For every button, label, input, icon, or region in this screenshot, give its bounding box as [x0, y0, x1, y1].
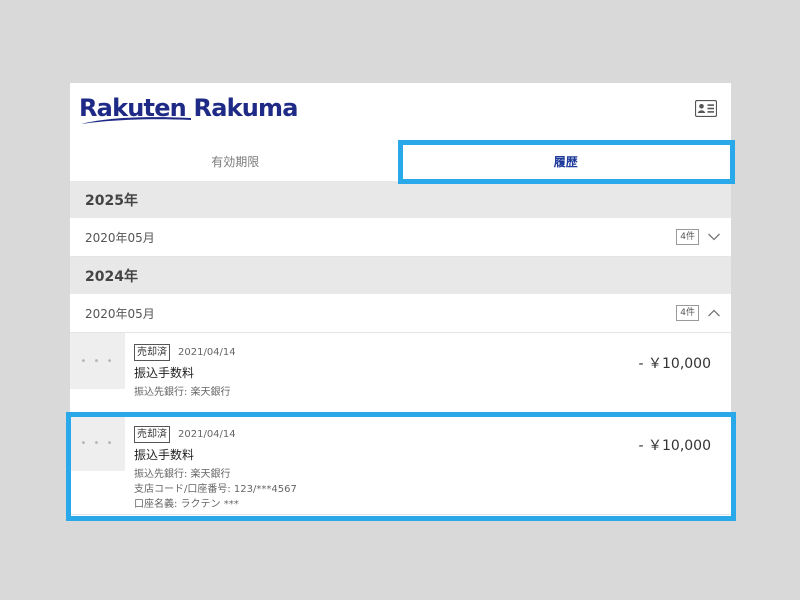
- item-date: 2021/04/14: [178, 346, 236, 358]
- item-amount: - ￥10,000: [638, 356, 712, 372]
- app-header: Rakuten Rakuma: [70, 83, 731, 141]
- month-label: 2020年05月: [85, 230, 155, 245]
- item-body: 売却済 2021/04/14 振込手数料 振込先銀行: 楽天銀行: [134, 343, 236, 400]
- item-thumbnail: • • •: [70, 333, 125, 389]
- status-badge: 売却済: [134, 425, 170, 443]
- item-title: 振込手数料: [134, 448, 195, 462]
- item-meta: 売却済 2021/04/14: [134, 425, 297, 443]
- chevron-up-icon[interactable]: [707, 308, 721, 318]
- count-badge: 4件: [676, 229, 699, 245]
- item-meta: 売却済 2021/04/14: [134, 343, 236, 361]
- month-row-expanded[interactable]: 2020年05月 4件: [70, 294, 731, 333]
- year-header-2025: 2025年: [70, 181, 731, 218]
- item-detail-account-holder: 口座名義: ラクテン ***: [134, 499, 239, 510]
- status-badge: 売却済: [134, 343, 170, 361]
- item-detail-bank: 振込先銀行: 楽天銀行: [134, 469, 231, 480]
- thumbnail-placeholder: • • •: [80, 437, 115, 449]
- item-title: 振込手数料: [134, 366, 195, 380]
- item-thumbnail: • • •: [70, 415, 125, 471]
- rakuten-rakuma-logo[interactable]: Rakuten Rakuma: [79, 93, 298, 125]
- item-date: 2021/04/14: [178, 428, 236, 440]
- history-item[interactable]: • • • 売却済 2021/04/14 振込手数料 振込先銀行: 楽天銀行 -…: [70, 333, 731, 415]
- count-badge: 4件: [676, 305, 699, 321]
- tab-history[interactable]: 履歴: [401, 141, 732, 181]
- chevron-down-icon[interactable]: [707, 232, 721, 242]
- item-detail-account-number: 支店コード/口座番号: 123/***4567: [134, 484, 297, 495]
- item-amount: - ￥10,000: [638, 438, 712, 454]
- history-item[interactable]: • • • 売却済 2021/04/14 振込手数料 振込先銀行: 楽天銀行 支…: [70, 415, 731, 515]
- thumbnail-placeholder: • • •: [80, 355, 115, 367]
- tab-expiration[interactable]: 有効期限: [70, 141, 401, 181]
- month-label: 2020年05月: [85, 306, 155, 321]
- year-header-2024: 2024年: [70, 257, 731, 294]
- item-detail-bank: 振込先銀行: 楽天銀行: [134, 387, 231, 398]
- id-card-icon[interactable]: [695, 100, 717, 117]
- app-frame: Rakuten Rakuma 有効期限 履歴 2025年 2020年05月 4件…: [70, 83, 731, 517]
- month-row-collapsed[interactable]: 2020年05月 4件: [70, 218, 731, 257]
- tab-bar: 有効期限 履歴: [70, 141, 731, 181]
- item-body: 売却済 2021/04/14 振込手数料 振込先銀行: 楽天銀行 支店コード/口…: [134, 425, 297, 512]
